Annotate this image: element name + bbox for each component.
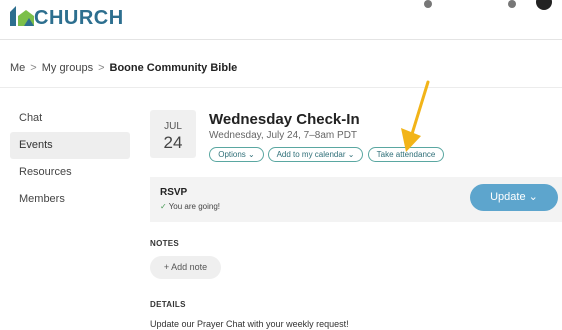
- header-dot-icon[interactable]: [424, 0, 432, 8]
- rsvp-status-text: You are going!: [168, 202, 221, 211]
- sidebar-item-chat[interactable]: Chat: [10, 105, 130, 132]
- top-header: CHURCH: [0, 0, 562, 40]
- breadcrumb-divider: [0, 87, 562, 88]
- chevron-down-icon: ⌄: [347, 150, 355, 159]
- logo-text[interactable]: CHURCH: [34, 7, 124, 30]
- options-button[interactable]: Options ⌄: [209, 147, 264, 162]
- update-label: Update: [490, 191, 526, 203]
- breadcrumb-separator: >: [30, 62, 37, 74]
- options-label: Options: [218, 150, 246, 159]
- notes-heading: NOTES: [150, 239, 180, 248]
- add-note-button[interactable]: + Add note: [150, 256, 221, 279]
- breadcrumb-my-groups[interactable]: My groups: [42, 62, 93, 74]
- chevron-down-icon: ⌄: [528, 191, 538, 203]
- event-date-box: JUL 24: [150, 110, 196, 158]
- rsvp-card: RSVP ✓ You are going! Update ⌄: [150, 177, 562, 222]
- annotation-arrow-icon: [401, 80, 430, 152]
- add-to-calendar-label: Add to my calendar: [276, 150, 346, 159]
- sidebar-item-events[interactable]: Events: [10, 132, 130, 159]
- breadcrumb-current-group: Boone Community Bible: [109, 62, 238, 74]
- notification-icon[interactable]: [508, 0, 516, 8]
- check-icon: ✓: [160, 202, 167, 211]
- details-text: Update our Prayer Chat with your weekly …: [150, 319, 349, 329]
- details-heading: DETAILS: [150, 300, 186, 309]
- rsvp-status: ✓ You are going!: [160, 202, 220, 211]
- event-month: JUL: [164, 121, 182, 132]
- update-rsvp-button[interactable]: Update ⌄: [470, 184, 558, 211]
- event-title: Wednesday Check-In: [209, 111, 360, 128]
- event-time: Wednesday, July 24, 7–8am PDT: [209, 130, 358, 141]
- breadcrumb-separator: >: [98, 62, 105, 74]
- rsvp-label: RSVP: [160, 187, 188, 198]
- event-day: 24: [163, 133, 183, 152]
- breadcrumb-me[interactable]: Me: [10, 62, 25, 74]
- sidebar-item-resources[interactable]: Resources: [10, 159, 130, 186]
- group-event-page: CHURCH Me > My groups > Boone Community Bibl…: [0, 0, 562, 330]
- breadcrumb: Me > My groups > Boone Community Bible: [10, 62, 237, 74]
- sidebar-item-members[interactable]: Members: [10, 186, 130, 213]
- chevron-down-icon: ⌄: [248, 150, 255, 159]
- add-to-calendar-button[interactable]: Add to my calendar ⌄: [268, 147, 363, 162]
- sidebar: Chat Events Resources Members: [10, 105, 130, 213]
- avatar[interactable]: [536, 0, 552, 10]
